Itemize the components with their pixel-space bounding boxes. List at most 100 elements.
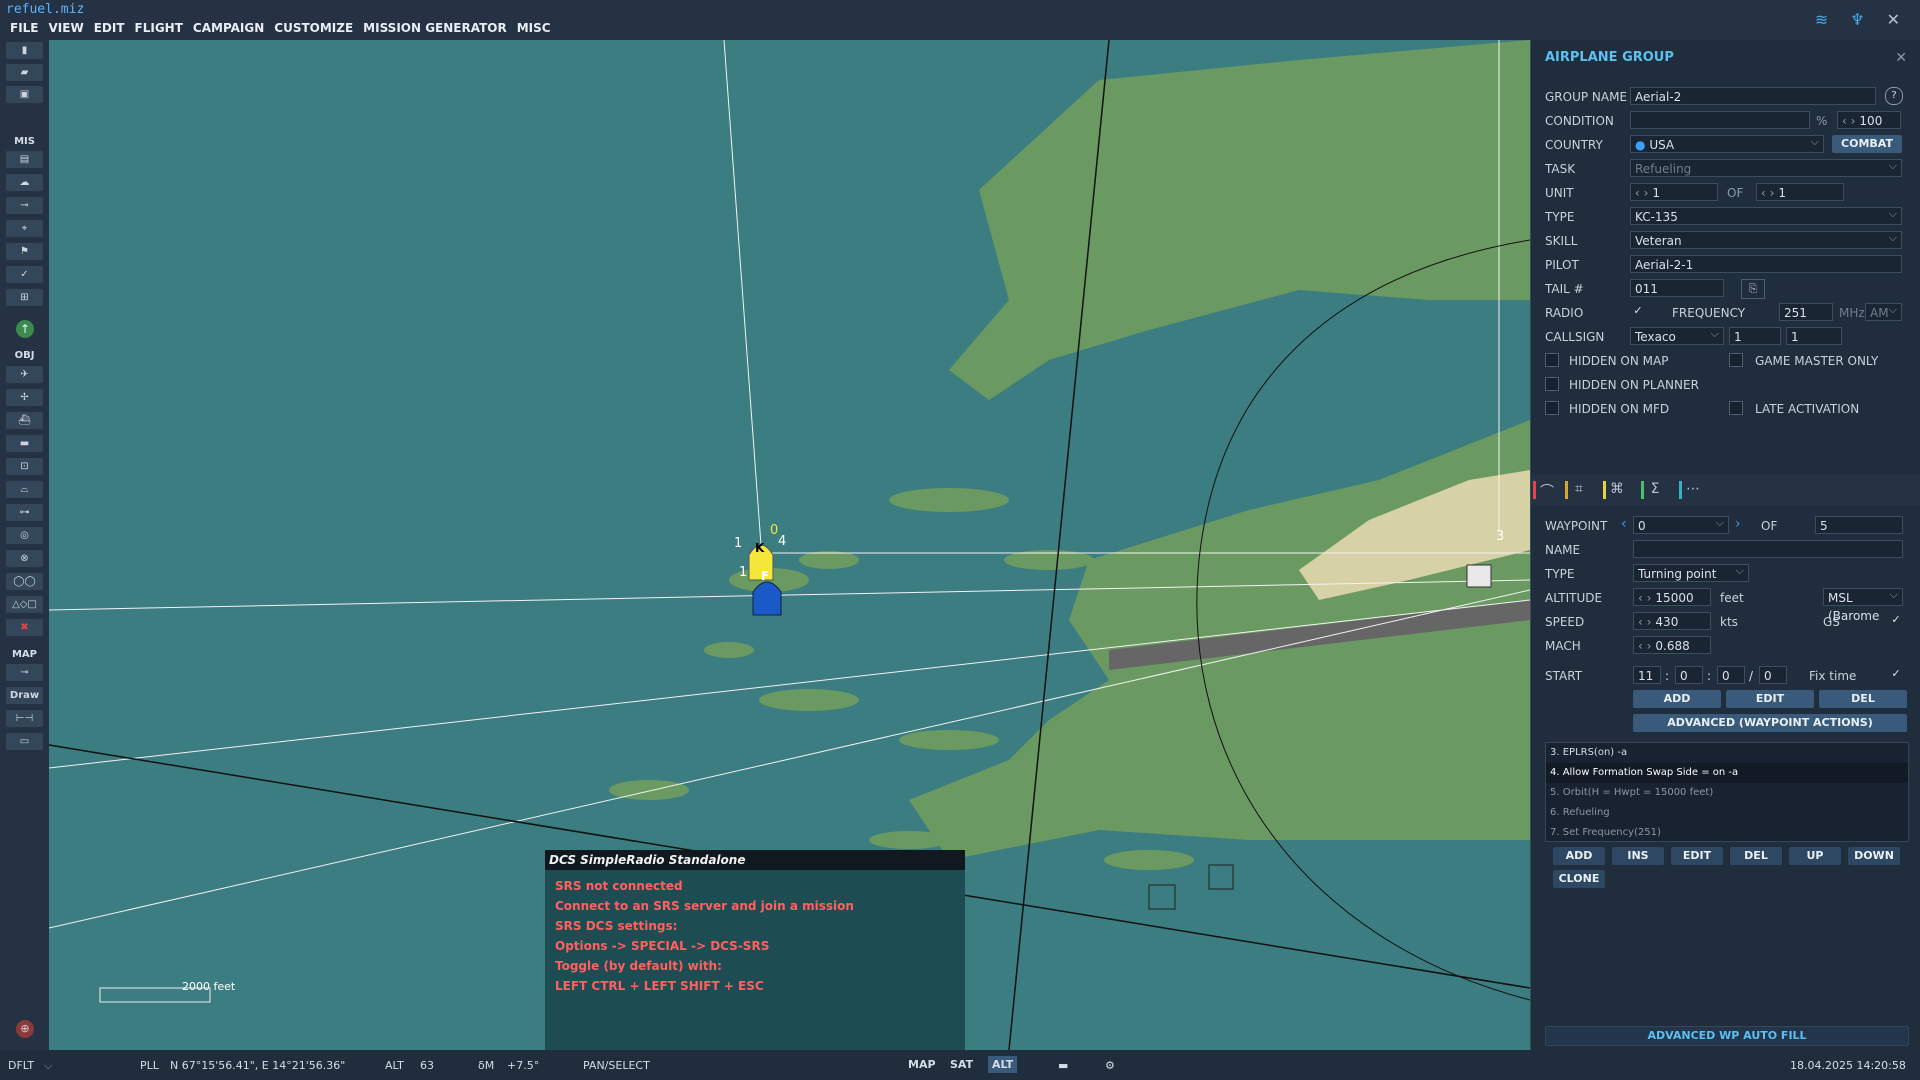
hidden-planner-checkbox[interactable]: [1545, 377, 1559, 391]
f-marker-icon[interactable]: [752, 581, 782, 616]
tab-route-icon[interactable]: ⌒: [1533, 481, 1558, 500]
edit-waypoint-button[interactable]: EDIT: [1726, 690, 1814, 708]
add-waypoint-button[interactable]: ADD: [1633, 690, 1721, 708]
help-icon[interactable]: ?: [1885, 87, 1903, 105]
type-select[interactable]: KC-135: [1630, 205, 1902, 225]
task-select[interactable]: Refueling: [1630, 157, 1902, 177]
tail-field[interactable]: 011: [1630, 279, 1724, 297]
advanced-wp-auto-fill-button[interactable]: ADVANCED WP AUTO FILL: [1545, 1026, 1909, 1046]
new-file-icon[interactable]: ▮: [6, 42, 43, 59]
menu-misc[interactable]: MISC: [517, 21, 551, 35]
map-view-button[interactable]: MAP: [904, 1056, 940, 1073]
menu-mission-generator[interactable]: MISSION GENERATOR: [363, 21, 507, 35]
action-item-selected[interactable]: 4. Allow Formation Swap Side = on -a: [1546, 763, 1908, 783]
target-icon[interactable]: ◎: [6, 527, 43, 544]
record-icon[interactable]: ⊕: [16, 1020, 34, 1038]
next-waypoint-icon[interactable]: ›: [1735, 516, 1741, 532]
modulation-select[interactable]: AM: [1865, 301, 1902, 321]
action-ins-button[interactable]: INS: [1612, 847, 1664, 865]
menu-file[interactable]: FILE: [10, 21, 39, 35]
hidden-mfd-checkbox[interactable]: [1545, 401, 1559, 415]
pilot-field[interactable]: Aerial-2-1: [1630, 255, 1902, 273]
chevron-down-icon[interactable]: ⌵: [44, 1059, 52, 1073]
skill-select[interactable]: Veteran: [1630, 229, 1902, 249]
waypoint-select[interactable]: 0: [1633, 514, 1729, 534]
tab-more-icon[interactable]: ⋯: [1679, 481, 1704, 499]
gs-checkbox[interactable]: ✓: [1889, 614, 1903, 628]
weather-icon[interactable]: ☁: [6, 174, 43, 191]
action-clone-button[interactable]: CLONE: [1553, 870, 1605, 888]
vehicle-icon[interactable]: ▬: [6, 435, 43, 452]
radio-checkbox[interactable]: ✓: [1631, 305, 1645, 319]
menu-edit[interactable]: EDIT: [94, 21, 125, 35]
stepper-icon[interactable]: ‹ ›: [1638, 591, 1651, 605]
stepper-icon[interactable]: ‹ ›: [1842, 114, 1855, 128]
stepper-icon[interactable]: ‹ ›: [1638, 639, 1651, 653]
panel-close-icon[interactable]: ✕: [1895, 50, 1907, 66]
map-key-icon[interactable]: ⊸: [6, 664, 43, 681]
open-file-icon[interactable]: ▰: [6, 64, 43, 81]
wifi-icon[interactable]: ≋: [1815, 10, 1828, 29]
stepper-icon[interactable]: ‹ ›: [1638, 615, 1651, 629]
sat-view-button[interactable]: SAT: [946, 1056, 977, 1073]
route-icon[interactable]: ⊶: [6, 504, 43, 521]
mach-field[interactable]: ‹ › 0.688: [1633, 636, 1711, 654]
action-del-button[interactable]: DEL: [1730, 847, 1782, 865]
late-activation-checkbox[interactable]: [1729, 401, 1743, 415]
menu-customize[interactable]: CUSTOMIZE: [274, 21, 353, 35]
start-day-field[interactable]: 0: [1759, 666, 1787, 684]
callsign-number-1[interactable]: 1: [1729, 327, 1781, 345]
speed-field[interactable]: ‹ › 430: [1633, 612, 1711, 630]
static-object-marker[interactable]: [1466, 564, 1492, 588]
hidden-map-checkbox[interactable]: [1545, 353, 1559, 367]
action-up-button[interactable]: UP: [1789, 847, 1841, 865]
unit-field[interactable]: ‹ › 1: [1630, 183, 1718, 201]
del-waypoint-button[interactable]: DEL: [1819, 690, 1907, 708]
ship-icon[interactable]: ⛴: [6, 412, 43, 429]
ruler-icon[interactable]: ⊢⊣: [6, 710, 43, 727]
start-hours-field[interactable]: 11: [1633, 666, 1661, 684]
action-item[interactable]: 5. Orbit(H = Hwpt = 15000 feet): [1546, 783, 1908, 803]
menu-campaign[interactable]: CAMPAIGN: [193, 21, 264, 35]
static-object-icon[interactable]: ⊡: [6, 458, 43, 475]
circle-target-icon[interactable]: ⊗: [6, 550, 43, 567]
alt-view-button[interactable]: ALT: [988, 1056, 1018, 1073]
action-item[interactable]: 3. EPLRS(on) -a: [1546, 743, 1908, 763]
fuel-marker[interactable]: [1208, 864, 1234, 890]
wp-name-field[interactable]: [1633, 540, 1903, 558]
draw-button[interactable]: Draw: [6, 687, 43, 704]
condition-value-field[interactable]: ‹ › 100: [1837, 111, 1901, 129]
fix-time-checkbox[interactable]: ✓: [1889, 668, 1903, 682]
wp-type-select[interactable]: Turning point: [1633, 562, 1749, 582]
delete-icon[interactable]: ✖: [6, 619, 43, 636]
callsign-number-2[interactable]: 1: [1786, 327, 1842, 345]
combat-button[interactable]: COMBAT: [1832, 135, 1902, 153]
altitude-ref-select[interactable]: MSL (Barome: [1823, 586, 1903, 623]
shapes-icon[interactable]: △◇□: [6, 596, 43, 613]
check-icon[interactable]: ✓: [6, 266, 43, 283]
template-icon[interactable]: ⌓: [6, 481, 43, 498]
frequency-field[interactable]: 251: [1779, 303, 1833, 321]
helicopter-icon[interactable]: ✢: [6, 389, 43, 406]
advanced-waypoint-actions-button[interactable]: ADVANCED (WAYPOINT ACTIONS): [1633, 714, 1907, 732]
action-edit-button[interactable]: EDIT: [1671, 847, 1723, 865]
airplane-icon[interactable]: ✈: [6, 366, 43, 383]
stepper-icon[interactable]: ‹ ›: [1761, 186, 1774, 200]
tab-targets-icon[interactable]: ⌗: [1565, 481, 1590, 499]
menu-flight[interactable]: FLIGHT: [135, 21, 183, 35]
action-add-button[interactable]: ADD: [1553, 847, 1605, 865]
upload-icon[interactable]: ↑: [16, 320, 34, 338]
goals-icon[interactable]: ⚑: [6, 243, 43, 260]
start-minutes-field[interactable]: 0: [1675, 666, 1703, 684]
altitude-field[interactable]: ‹ › 15000: [1633, 588, 1711, 606]
antenna-icon[interactable]: ♆: [1850, 10, 1864, 29]
group-icon[interactable]: ◯◯: [6, 573, 43, 590]
save-file-icon[interactable]: ▣: [6, 86, 43, 103]
callsign-select[interactable]: Texaco: [1630, 325, 1724, 345]
action-down-button[interactable]: DOWN: [1848, 847, 1900, 865]
action-item[interactable]: 6. Refueling: [1546, 803, 1908, 823]
briefing-icon[interactable]: ▤: [6, 151, 43, 168]
condition-slider[interactable]: [1630, 111, 1810, 129]
unit-total-field[interactable]: ‹ › 1: [1756, 183, 1844, 201]
action-item[interactable]: 7. Set Frequency(251): [1546, 823, 1908, 843]
